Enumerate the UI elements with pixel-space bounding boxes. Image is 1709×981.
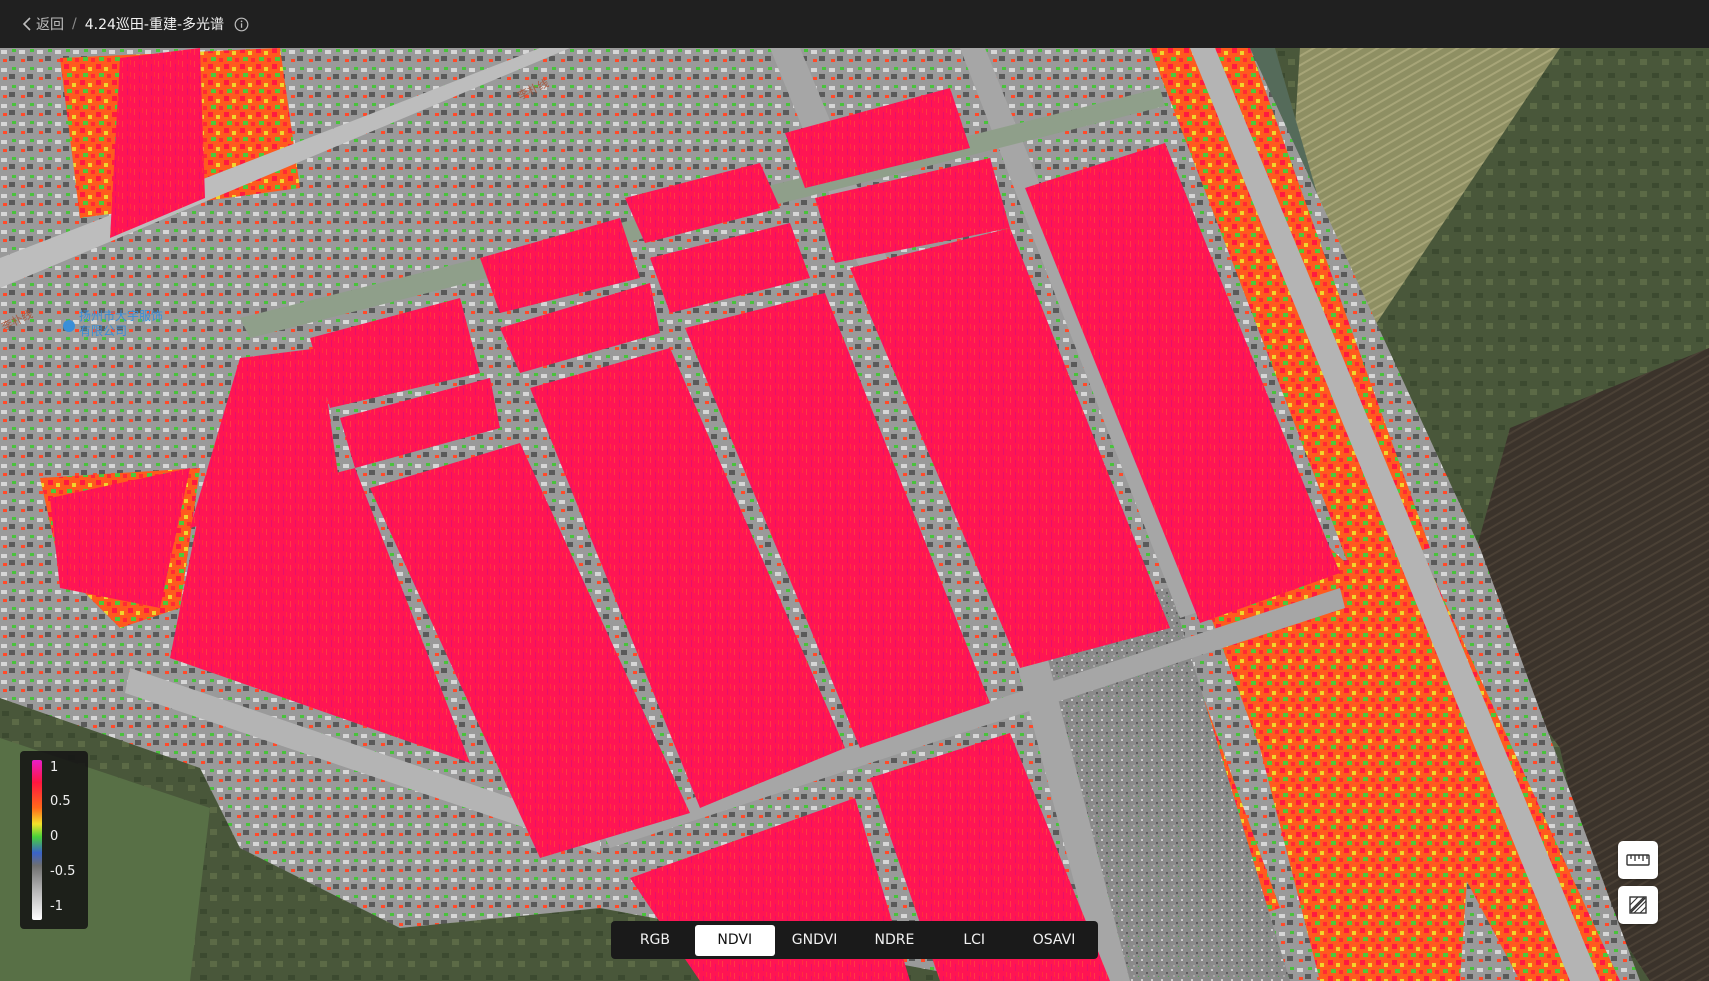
area-measure-button[interactable]	[1618, 886, 1658, 924]
poi-label-line1: 扬州市大宇服饰	[79, 308, 163, 323]
tab-ndvi[interactable]: NDVI	[694, 924, 775, 956]
legend-color-bar	[32, 760, 42, 920]
tab-osavi[interactable]: OSAVI	[1014, 925, 1094, 956]
legend-label-min: -1	[50, 899, 63, 914]
poi-label-line2: 有限公司	[79, 324, 127, 338]
ruler-icon	[1626, 854, 1650, 866]
legend-label-max: 1	[50, 760, 59, 775]
ndvi-map-canvas[interactable]: 李朴线 李朴线 扬州市大宇服饰 有限公司	[0, 48, 1709, 981]
tab-gndvi[interactable]: GNDVI	[775, 925, 855, 956]
tab-rgb[interactable]: RGB	[615, 925, 695, 956]
back-button[interactable]: 返回	[22, 14, 64, 34]
info-icon[interactable]	[234, 17, 249, 32]
top-bar: 返回 / 4.24巡田-重建-多光谱	[0, 0, 1709, 48]
tab-lci[interactable]: LCI	[934, 925, 1014, 956]
back-label: 返回	[36, 17, 64, 33]
legend-label-neg-half: -0.5	[50, 864, 76, 879]
chevron-left-icon	[22, 17, 31, 31]
ruler-button[interactable]	[1618, 841, 1658, 879]
app-window: 返回 / 4.24巡田-重建-多光谱 李朴线 李朴线 扬州市大宇服饰 有限公司 …	[0, 0, 1709, 981]
index-switcher: RGB NDVI GNDVI NDRE LCI OSAVI	[611, 921, 1098, 959]
breadcrumb-separator: /	[72, 16, 77, 32]
tab-ndre[interactable]: NDRE	[854, 925, 934, 956]
area-measure-icon	[1629, 896, 1647, 914]
legend-label-half: 0.5	[50, 794, 71, 809]
ndvi-legend: 1 0.5 0 -0.5 -1	[20, 751, 88, 929]
legend-label-zero: 0	[50, 829, 59, 844]
poi-marker-icon[interactable]	[63, 320, 75, 332]
ndvi-map-view[interactable]: 李朴线 李朴线 扬州市大宇服饰 有限公司	[0, 48, 1709, 981]
page-title: 4.24巡田-重建-多光谱	[84, 17, 224, 33]
